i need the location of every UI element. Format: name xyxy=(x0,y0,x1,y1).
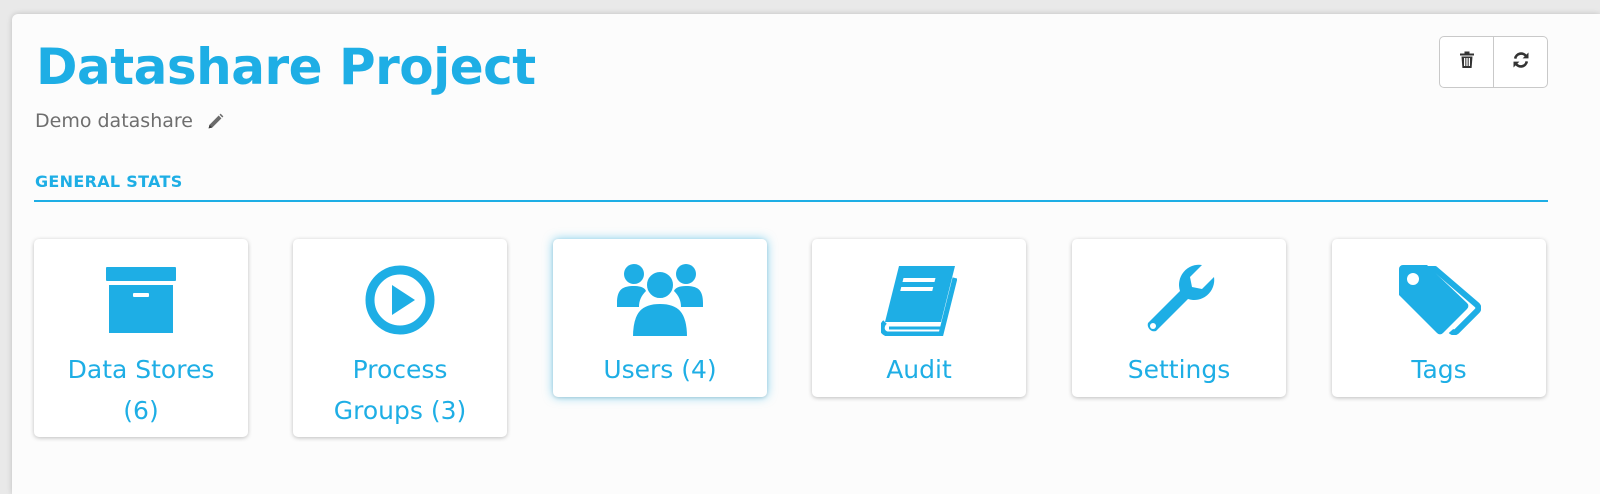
description-row: Demo datashare xyxy=(35,110,224,132)
header-actions xyxy=(1439,36,1548,88)
section-divider xyxy=(34,200,1548,202)
tile-label: Tags xyxy=(1411,355,1467,384)
book-icon xyxy=(874,263,964,337)
tile-tags[interactable]: Tags xyxy=(1332,239,1546,397)
section-title: GENERAL STATS xyxy=(35,172,183,191)
tile-audit[interactable]: Audit xyxy=(812,239,1026,397)
archive-box-icon xyxy=(96,263,186,337)
delete-button[interactable] xyxy=(1440,37,1493,87)
tile-data-stores[interactable]: Data Stores (6) xyxy=(34,239,248,437)
page-title: Datashare Project xyxy=(36,38,536,96)
wrench-icon xyxy=(1134,263,1224,337)
tile-users[interactable]: Users (4) xyxy=(553,239,767,397)
tile-settings[interactable]: Settings xyxy=(1072,239,1286,397)
project-description: Demo datashare xyxy=(35,110,193,132)
tile-label: Audit xyxy=(886,355,952,384)
tags-icon xyxy=(1394,263,1484,337)
refresh-icon xyxy=(1512,51,1530,73)
tile-label: Settings xyxy=(1127,355,1231,384)
tile-label: Users (4) xyxy=(603,355,717,384)
trash-icon xyxy=(1459,51,1475,73)
pencil-icon[interactable] xyxy=(207,113,224,130)
tile-process-groups[interactable]: Process Groups (3) xyxy=(293,239,507,437)
project-panel: Datashare Project Demo datashare GENERAL… xyxy=(12,14,1600,494)
tile-label: Process Groups (3) xyxy=(333,355,467,425)
refresh-button[interactable] xyxy=(1493,37,1547,87)
users-icon xyxy=(615,263,705,337)
play-circle-icon xyxy=(355,263,445,337)
tile-label: Data Stores (6) xyxy=(67,355,215,425)
